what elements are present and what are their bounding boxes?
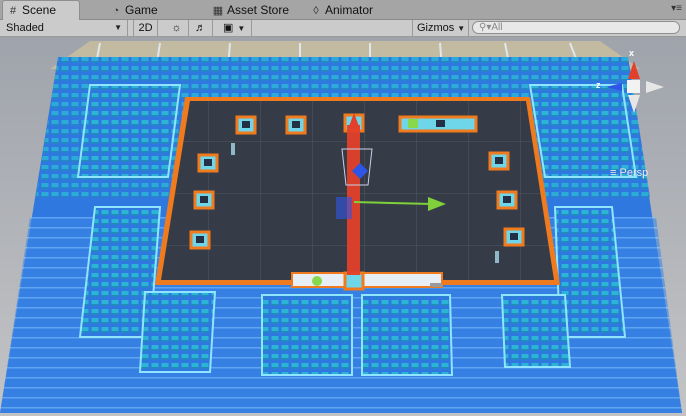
tab-asset-store[interactable]: ▦ Asset Store: [208, 1, 295, 19]
bag-icon: ▦: [212, 5, 224, 17]
tab-animator[interactable]: ◊ Animator: [306, 1, 379, 19]
scene-view[interactable]: x z ≡ Persp: [0, 37, 686, 413]
gizmos-arrow-icon: ▼: [457, 24, 466, 33]
2d-toggle[interactable]: 2D: [133, 20, 158, 36]
gizmo-z-label: z: [596, 80, 601, 90]
gizmos-label: Gizmos: [417, 22, 455, 34]
gizmos-dropdown[interactable]: Gizmos ▼: [412, 20, 469, 36]
projection-toggle[interactable]: ≡ Persp: [610, 167, 648, 179]
dropdown-arrow-icon: ▼: [114, 23, 122, 32]
animator-icon: ◊: [313, 5, 319, 17]
tab-bar: # Scene ◔ Game ▦ Asset Store ◊ Animator ▾≡: [0, 0, 686, 21]
lighting-toggle[interactable]: ☼: [165, 20, 189, 36]
image-icon: ▣: [223, 22, 234, 34]
tab-animator-label: Animator: [325, 3, 374, 17]
tab-scene-label: Scene: [22, 3, 57, 17]
search-icon: ⚲: [479, 22, 487, 33]
2d-toggle-label: 2D: [138, 22, 153, 34]
tab-game-label: Game: [125, 3, 158, 17]
gizmo-center-cube[interactable]: [627, 80, 640, 93]
gizmo-x-label: x: [629, 48, 635, 58]
persp-icon: ≡: [610, 167, 617, 179]
speaker-icon: ♬: [195, 22, 206, 34]
object-pivot: [336, 197, 352, 219]
hash-icon: #: [9, 5, 17, 17]
sun-icon: ☼: [171, 22, 182, 34]
scene-toolbar: Shaded ▼ 2D ☼ ♬ ▣ ▼ Gizmos ▼ ⚲▾All: [0, 20, 686, 37]
audio-toggle[interactable]: ♬: [189, 20, 213, 36]
shading-mode-dropdown[interactable]: Shaded ▼: [0, 20, 128, 36]
tab-asset-store-label: Asset Store: [227, 3, 290, 17]
pacman-icon: ◔: [112, 5, 120, 17]
tab-scene[interactable]: # Scene: [2, 0, 80, 21]
projection-label: Persp: [619, 167, 649, 179]
search-placeholder: All: [491, 22, 503, 33]
tab-game[interactable]: ◔ Game: [106, 1, 164, 19]
window-menu-icon[interactable]: ▾≡: [668, 3, 682, 15]
effects-arrow-icon: ▼: [237, 24, 246, 33]
search-input[interactable]: ⚲▾All: [472, 21, 680, 34]
shading-mode-label: Shaded: [6, 22, 44, 34]
effects-dropdown[interactable]: ▣ ▼: [218, 20, 252, 36]
scene-canvas[interactable]: [0, 37, 686, 413]
